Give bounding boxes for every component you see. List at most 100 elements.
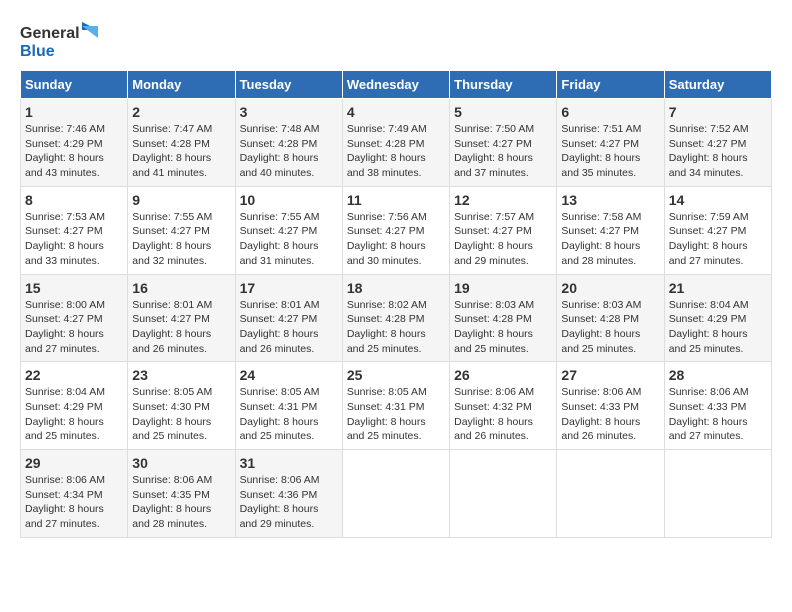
cell-text: and 27 minutes. <box>25 342 123 357</box>
day-number: 21 <box>669 280 767 296</box>
cell-text: and 40 minutes. <box>240 166 338 181</box>
cell-text: Sunset: 4:27 PM <box>669 224 767 239</box>
calendar-cell: 19Sunrise: 8:03 AMSunset: 4:28 PMDayligh… <box>450 274 557 362</box>
calendar-cell: 6Sunrise: 7:51 AMSunset: 4:27 PMDaylight… <box>557 99 664 187</box>
cell-text: and 27 minutes. <box>25 517 123 532</box>
weekday-header-wednesday: Wednesday <box>342 71 449 99</box>
cell-text: and 33 minutes. <box>25 254 123 269</box>
calendar-cell <box>557 450 664 538</box>
calendar-week-row: 8Sunrise: 7:53 AMSunset: 4:27 PMDaylight… <box>21 186 772 274</box>
cell-text: Sunset: 4:27 PM <box>454 224 552 239</box>
cell-text: Daylight: 8 hours <box>240 151 338 166</box>
cell-text: Daylight: 8 hours <box>25 415 123 430</box>
cell-text: and 25 minutes. <box>454 342 552 357</box>
day-number: 10 <box>240 192 338 208</box>
cell-text: Sunrise: 7:52 AM <box>669 122 767 137</box>
cell-text: and 25 minutes. <box>240 429 338 444</box>
cell-text: and 38 minutes. <box>347 166 445 181</box>
day-number: 11 <box>347 192 445 208</box>
calendar-week-row: 29Sunrise: 8:06 AMSunset: 4:34 PMDayligh… <box>21 450 772 538</box>
calendar-cell: 21Sunrise: 8:04 AMSunset: 4:29 PMDayligh… <box>664 274 771 362</box>
cell-text: Daylight: 8 hours <box>25 239 123 254</box>
cell-text: Sunrise: 8:06 AM <box>25 473 123 488</box>
cell-text: Sunset: 4:27 PM <box>561 224 659 239</box>
cell-text: Daylight: 8 hours <box>25 151 123 166</box>
weekday-header-friday: Friday <box>557 71 664 99</box>
day-number: 22 <box>25 367 123 383</box>
cell-text: Sunset: 4:27 PM <box>25 312 123 327</box>
day-number: 4 <box>347 104 445 120</box>
calendar-cell <box>664 450 771 538</box>
day-number: 13 <box>561 192 659 208</box>
day-number: 15 <box>25 280 123 296</box>
cell-text: Daylight: 8 hours <box>132 239 230 254</box>
cell-text: Sunrise: 7:46 AM <box>25 122 123 137</box>
cell-text: Sunset: 4:27 PM <box>454 137 552 152</box>
cell-text: Sunrise: 8:03 AM <box>561 298 659 313</box>
cell-text: Sunset: 4:32 PM <box>454 400 552 415</box>
day-number: 29 <box>25 455 123 471</box>
cell-text: and 31 minutes. <box>240 254 338 269</box>
calendar-cell <box>342 450 449 538</box>
cell-text: and 26 minutes. <box>240 342 338 357</box>
cell-text: and 30 minutes. <box>347 254 445 269</box>
cell-text: and 27 minutes. <box>669 254 767 269</box>
svg-text:Blue: Blue <box>20 43 55 60</box>
cell-text: Daylight: 8 hours <box>240 239 338 254</box>
day-number: 30 <box>132 455 230 471</box>
calendar-cell: 14Sunrise: 7:59 AMSunset: 4:27 PMDayligh… <box>664 186 771 274</box>
cell-text: Sunrise: 8:01 AM <box>240 298 338 313</box>
cell-text: Daylight: 8 hours <box>561 415 659 430</box>
logo: GeneralBlue <box>20 20 100 60</box>
cell-text: and 34 minutes. <box>669 166 767 181</box>
day-number: 23 <box>132 367 230 383</box>
cell-text: Sunrise: 7:56 AM <box>347 210 445 225</box>
cell-text: and 37 minutes. <box>454 166 552 181</box>
cell-text: Sunset: 4:28 PM <box>454 312 552 327</box>
cell-text: Daylight: 8 hours <box>347 151 445 166</box>
cell-text: and 25 minutes. <box>561 342 659 357</box>
calendar-cell: 28Sunrise: 8:06 AMSunset: 4:33 PMDayligh… <box>664 362 771 450</box>
cell-text: Sunrise: 8:04 AM <box>669 298 767 313</box>
cell-text: Sunset: 4:31 PM <box>240 400 338 415</box>
calendar-table: SundayMondayTuesdayWednesdayThursdayFrid… <box>20 70 772 538</box>
cell-text: Sunrise: 8:06 AM <box>454 385 552 400</box>
cell-text: Sunrise: 7:50 AM <box>454 122 552 137</box>
cell-text: Sunrise: 7:47 AM <box>132 122 230 137</box>
cell-text: Sunset: 4:28 PM <box>347 137 445 152</box>
cell-text: Sunset: 4:27 PM <box>347 224 445 239</box>
cell-text: Sunrise: 8:02 AM <box>347 298 445 313</box>
cell-text: and 25 minutes. <box>669 342 767 357</box>
cell-text: Daylight: 8 hours <box>347 239 445 254</box>
cell-text: Sunrise: 7:59 AM <box>669 210 767 225</box>
calendar-cell: 30Sunrise: 8:06 AMSunset: 4:35 PMDayligh… <box>128 450 235 538</box>
cell-text: Sunrise: 8:05 AM <box>347 385 445 400</box>
cell-text: Sunset: 4:29 PM <box>25 137 123 152</box>
svg-text:General: General <box>20 25 80 42</box>
cell-text: Daylight: 8 hours <box>669 151 767 166</box>
cell-text: Sunset: 4:27 PM <box>561 137 659 152</box>
cell-text: Sunset: 4:30 PM <box>132 400 230 415</box>
calendar-cell: 20Sunrise: 8:03 AMSunset: 4:28 PMDayligh… <box>557 274 664 362</box>
cell-text: Sunrise: 8:00 AM <box>25 298 123 313</box>
calendar-cell: 12Sunrise: 7:57 AMSunset: 4:27 PMDayligh… <box>450 186 557 274</box>
cell-text: Sunrise: 7:58 AM <box>561 210 659 225</box>
cell-text: Daylight: 8 hours <box>240 415 338 430</box>
day-number: 3 <box>240 104 338 120</box>
cell-text: and 28 minutes. <box>561 254 659 269</box>
calendar-cell: 29Sunrise: 8:06 AMSunset: 4:34 PMDayligh… <box>21 450 128 538</box>
day-number: 16 <box>132 280 230 296</box>
day-number: 25 <box>347 367 445 383</box>
cell-text: Sunset: 4:27 PM <box>132 224 230 239</box>
cell-text: Sunrise: 7:55 AM <box>240 210 338 225</box>
day-number: 26 <box>454 367 552 383</box>
day-number: 24 <box>240 367 338 383</box>
cell-text: Daylight: 8 hours <box>561 239 659 254</box>
cell-text: Daylight: 8 hours <box>25 502 123 517</box>
cell-text: Daylight: 8 hours <box>669 239 767 254</box>
calendar-cell: 17Sunrise: 8:01 AMSunset: 4:27 PMDayligh… <box>235 274 342 362</box>
cell-text: and 41 minutes. <box>132 166 230 181</box>
calendar-cell: 3Sunrise: 7:48 AMSunset: 4:28 PMDaylight… <box>235 99 342 187</box>
cell-text: and 29 minutes. <box>240 517 338 532</box>
cell-text: Sunset: 4:27 PM <box>25 224 123 239</box>
